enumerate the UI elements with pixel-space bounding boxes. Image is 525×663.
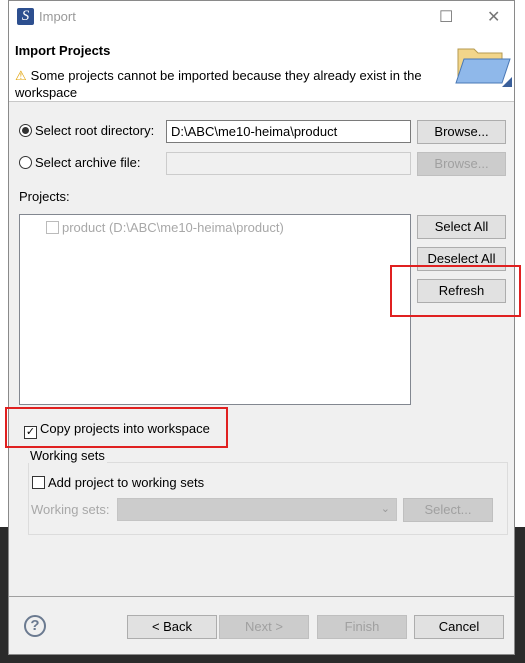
root-directory-radio[interactable]: Select root directory: xyxy=(19,123,154,138)
highlight-refresh xyxy=(390,265,521,317)
app-icon: S xyxy=(17,8,34,25)
warning-text: Some projects cannot be imported because… xyxy=(15,68,422,100)
projects-list[interactable]: product (D:\ABC\me10-heima\product) xyxy=(19,214,411,405)
title-bar: S Import ☐ ✕ xyxy=(9,1,514,33)
highlight-copy-projects xyxy=(5,407,228,448)
import-dialog: S Import ☐ ✕ Import Projects ⚠ Some proje… xyxy=(8,0,515,655)
next-button[interactable]: Next > xyxy=(219,615,309,639)
browse-root-button[interactable]: Browse... xyxy=(417,120,506,144)
working-sets-title: Working sets xyxy=(28,448,107,463)
help-icon[interactable]: ? xyxy=(24,615,46,637)
root-directory-input[interactable]: D:\ABC\me10-heima\product xyxy=(166,120,411,143)
list-item[interactable]: product (D:\ABC\me10-heima\product) xyxy=(46,220,284,235)
maximize-icon[interactable]: ☐ xyxy=(439,7,453,27)
archive-file-label: Select archive file: xyxy=(35,155,141,170)
cancel-button[interactable]: Cancel xyxy=(414,615,504,639)
select-all-button[interactable]: Select All xyxy=(417,215,506,239)
select-working-sets-button[interactable]: Select... xyxy=(403,498,493,522)
root-directory-label: Select root directory: xyxy=(35,123,155,138)
window-title: Import xyxy=(39,9,76,24)
radio-indicator xyxy=(19,124,32,137)
close-icon[interactable]: ✕ xyxy=(487,7,500,27)
page-title: Import Projects xyxy=(15,43,111,58)
back-button[interactable]: < Back xyxy=(127,615,217,639)
projects-label: Projects: xyxy=(19,189,70,204)
working-sets-dropdown[interactable]: ⌄ xyxy=(117,498,397,521)
project-label: product (D:\ABC\me10-heima\product) xyxy=(62,220,284,235)
wizard-header: Import Projects ⚠ Some projects cannot be… xyxy=(9,33,514,102)
working-sets-label: Working sets: xyxy=(31,502,110,517)
browse-archive-button[interactable]: Browse... xyxy=(417,152,506,176)
archive-file-radio[interactable]: Select archive file: xyxy=(19,155,141,170)
warning-icon: ⚠ xyxy=(15,68,27,83)
checkbox-indicator xyxy=(32,476,45,489)
archive-file-input[interactable] xyxy=(166,152,411,175)
add-to-working-sets-label: Add project to working sets xyxy=(48,475,205,490)
footer-divider xyxy=(9,596,514,597)
folder-icon xyxy=(455,48,512,87)
project-checkbox[interactable] xyxy=(46,221,59,234)
add-to-working-sets-checkbox[interactable]: Add project to working sets xyxy=(32,475,204,490)
radio-indicator xyxy=(19,156,32,169)
warning-message: ⚠ Some projects cannot be imported becaus… xyxy=(15,67,435,101)
finish-button[interactable]: Finish xyxy=(317,615,407,639)
chevron-down-icon: ⌄ xyxy=(380,503,390,515)
